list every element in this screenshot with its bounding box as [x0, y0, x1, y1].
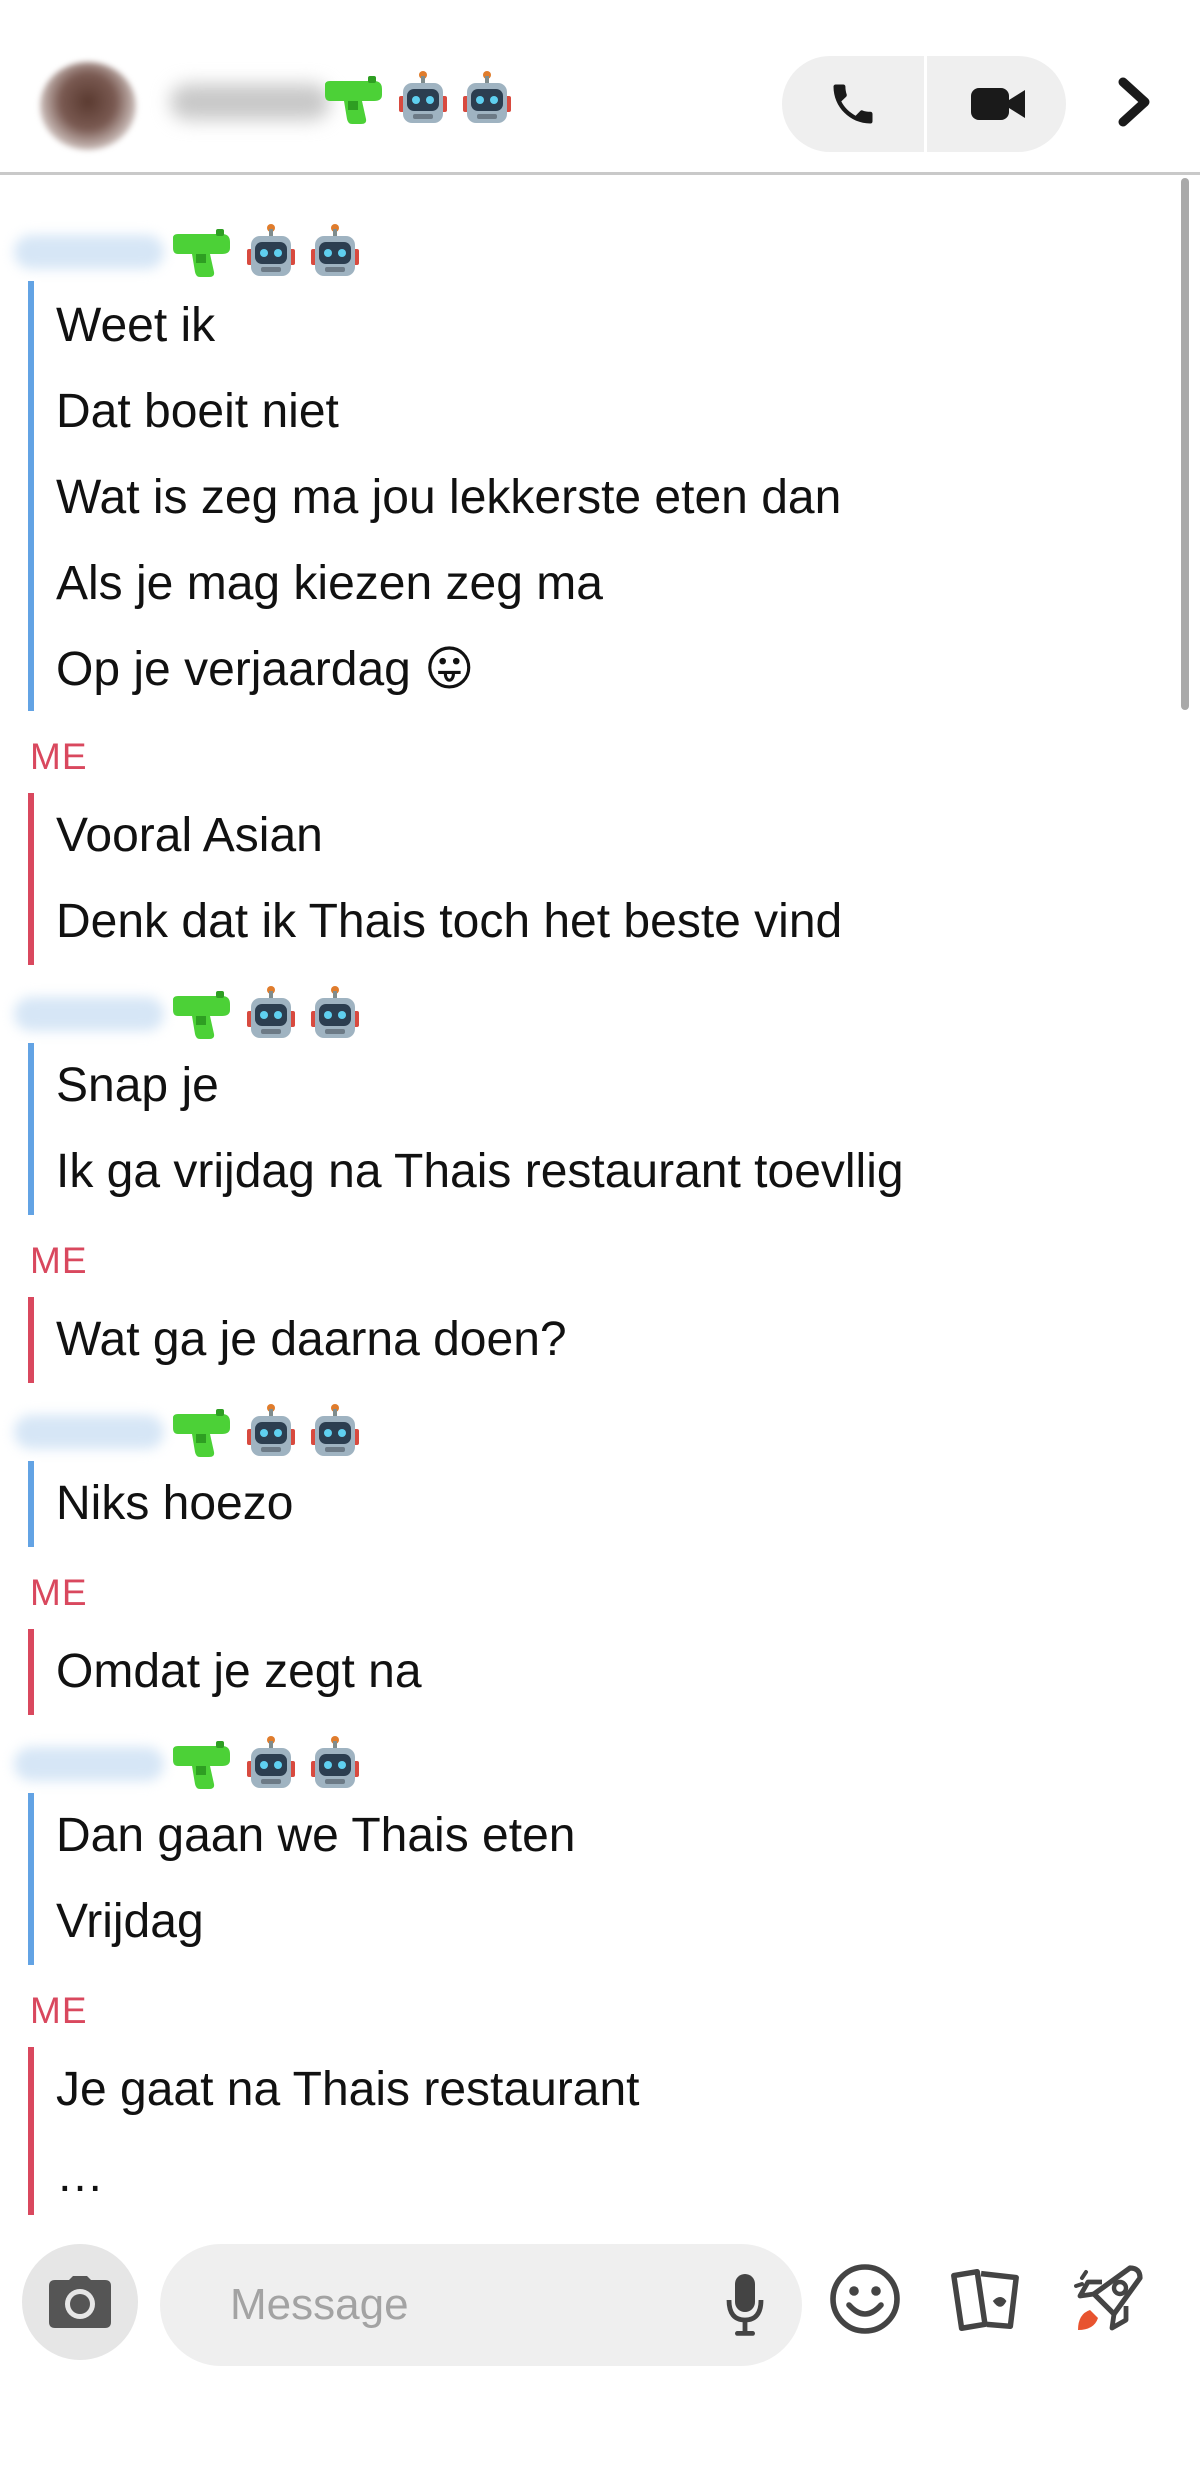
sender-label-me: ME [30, 1990, 88, 2031]
message-group-bar [28, 1043, 34, 1215]
robot-icon [247, 1404, 295, 1456]
robot-icon [311, 1736, 359, 1788]
sticker-cards-icon [951, 2268, 1019, 2331]
sender-label-me: ME [30, 736, 88, 777]
robot-icon [399, 71, 447, 123]
sender-label-contact [14, 1736, 362, 1791]
robot-icon [247, 986, 295, 1038]
video-camera-icon [971, 88, 1025, 120]
sender-label-me: ME [30, 1572, 88, 1613]
message-placeholder: Message [230, 2280, 409, 2329]
message-text[interactable]: Vooral Asian [56, 793, 323, 879]
sender-label-contact [14, 1404, 362, 1459]
sender-name-redacted [14, 997, 164, 1031]
message-text[interactable]: Dan gaan we Thais eten [56, 1793, 575, 1879]
water-pistol-icon [173, 229, 230, 277]
message-with-emoji[interactable]: Op je verjaardag 😛 [56, 627, 474, 713]
contact-avatar[interactable] [40, 62, 136, 150]
message-text[interactable]: Snap je [56, 1043, 219, 1129]
contact-name-emojis [322, 70, 514, 128]
rocket-icon [1074, 2265, 1143, 2331]
robot-icon [311, 986, 359, 1038]
smiley-icon [830, 2264, 900, 2334]
call-actions [782, 56, 1066, 152]
message-input[interactable]: Message [160, 2244, 802, 2366]
message-group-bar [28, 1629, 34, 1715]
message-text: Op je verjaardag [56, 643, 411, 696]
water-pistol-icon [173, 1409, 230, 1457]
sender-label-contact [14, 224, 362, 279]
robot-icon [311, 224, 359, 276]
sender-label-me: ME [30, 1240, 88, 1281]
microphone-icon[interactable] [725, 2272, 765, 2338]
sender-name-redacted [14, 235, 164, 269]
message-group-bar [28, 2047, 34, 2215]
robot-icon [247, 224, 295, 276]
video-call-button[interactable] [924, 56, 1066, 152]
message-text[interactable]: Vrijdag [56, 1879, 204, 1965]
robot-icon [463, 71, 511, 123]
message-text[interactable]: Ik ga vrijdag na Thais restaurant toevll… [56, 1129, 904, 1215]
robot-icon [247, 1736, 295, 1788]
games-button[interactable] [1070, 2260, 1148, 2338]
water-pistol-icon [325, 76, 382, 124]
stickers-button[interactable] [946, 2260, 1024, 2338]
contact-name-redacted[interactable] [170, 84, 330, 120]
message-group-bar [28, 1461, 34, 1547]
message-text[interactable]: Dat boeit niet [56, 369, 339, 455]
chat-header [0, 0, 1200, 175]
camera-button[interactable] [22, 2244, 138, 2360]
tongue-face-emoji: 😛 [424, 643, 475, 696]
camera-icon [49, 2276, 111, 2328]
sender-label-contact [14, 986, 362, 1041]
message-text[interactable]: Als je mag kiezen zeg ma [56, 541, 603, 627]
sender-name-redacted [14, 1747, 164, 1781]
phone-icon [833, 84, 873, 124]
message-text[interactable]: Wat is zeg ma jou lekkerste eten dan [56, 455, 841, 541]
robot-icon [311, 1404, 359, 1456]
message-text[interactable]: Denk dat ik Thais toch het beste vind [56, 879, 842, 965]
water-pistol-icon [173, 991, 230, 1039]
sender-name-redacted [14, 1415, 164, 1449]
message-text[interactable]: Weet ik [56, 283, 215, 369]
message-text[interactable]: Je gaat na Thais restaurant [56, 2047, 639, 2133]
message-text[interactable]: Omdat je zegt na [56, 1629, 422, 1715]
message-text[interactable]: Wat ga je daarna doen? [56, 1297, 567, 1383]
chevron-right-icon [1118, 77, 1150, 127]
message-group-bar [28, 1297, 34, 1383]
water-pistol-icon [173, 1741, 230, 1789]
message-group-bar [28, 793, 34, 965]
message-list: Weet ik Dat boeit niet Wat is zeg ma jou… [0, 175, 1200, 2215]
more-button[interactable] [1112, 74, 1156, 130]
call-button[interactable] [782, 56, 924, 152]
message-text[interactable]: Niks hoezo [56, 1461, 293, 1547]
message-group-bar [28, 1793, 34, 1965]
typing-indicator: … [56, 2149, 104, 2202]
emoji-button[interactable] [826, 2260, 904, 2338]
message-group-bar [28, 281, 34, 711]
composer: Message [0, 2230, 1200, 2400]
